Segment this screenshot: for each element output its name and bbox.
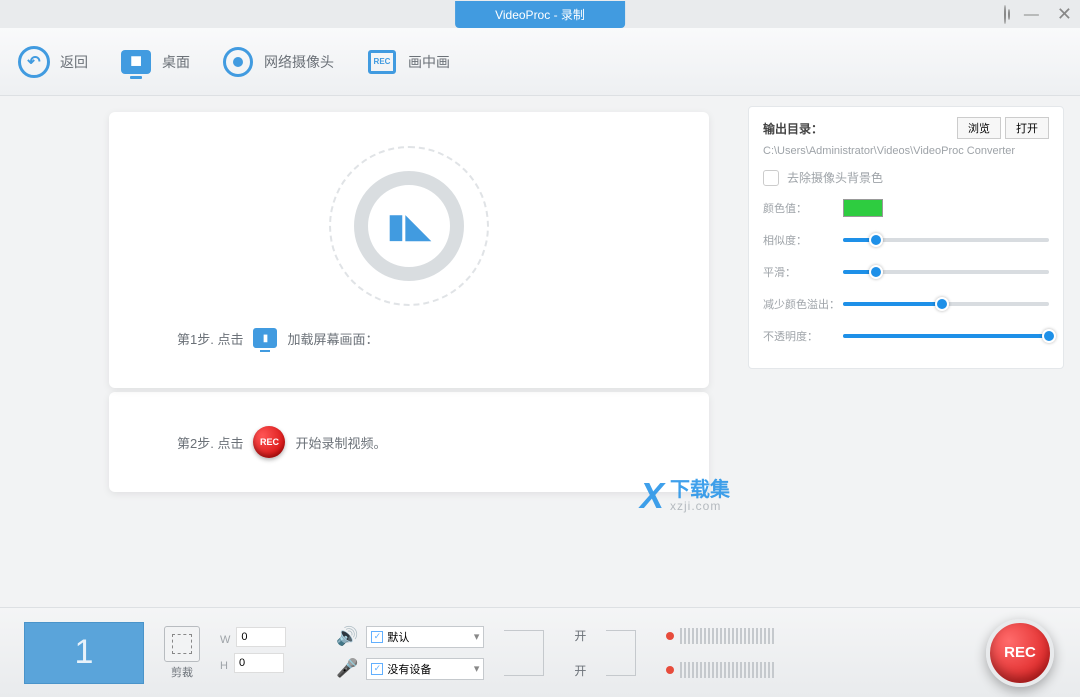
output-dir-label: 输出目录： (763, 120, 953, 137)
remove-bg-checkbox[interactable] (763, 170, 779, 186)
step1-suffix: 加载屏幕画面： (287, 329, 378, 348)
window-title: VideoProc - 录制 (455, 1, 625, 28)
pip-icon: REC (368, 50, 396, 74)
dimensions: W H (220, 627, 286, 679)
meter-bracket (606, 630, 656, 676)
webcam-icon (223, 47, 253, 77)
speaker-select[interactable]: ✓默认▾ (366, 626, 484, 648)
back-label: 返回 (60, 52, 88, 72)
opacity-label: 不透明度： (763, 328, 843, 344)
back-arrow-icon: ↶ (18, 46, 50, 78)
rec-button-small[interactable]: REC (253, 426, 285, 458)
step2-prefix: 第2步. 点击 (177, 433, 243, 452)
browse-button[interactable]: 浏览 (957, 117, 1001, 139)
step1-card: ▮◣ 第1步. 点击 ▮ 加载屏幕画面： (109, 112, 709, 388)
spill-slider[interactable] (843, 302, 1049, 306)
webcam-label: 网络摄像头 (264, 52, 334, 72)
output-path: C:\Users\Administrator\Videos\VideoProc … (763, 145, 1049, 157)
smooth-label: 平滑： (763, 264, 843, 280)
audio-bracket (504, 630, 594, 676)
mini-desktop-icon[interactable]: ▮ (253, 328, 277, 348)
preview-panel: ▮◣ 第1步. 点击 ▮ 加载屏幕画面： 第2步. 点击 REC 开始录制视频。 (0, 96, 748, 596)
source-thumbnail[interactable]: 1 (24, 622, 144, 684)
height-input[interactable] (234, 653, 284, 673)
titlebar: VideoProc - 录制 — ✕ (0, 0, 1080, 28)
close-icon[interactable]: ✕ (1057, 4, 1072, 25)
similarity-label: 相似度： (763, 232, 843, 248)
smooth-slider[interactable] (843, 270, 1049, 274)
tab-pip[interactable]: REC 画中画 (366, 46, 450, 78)
crop-label: 剪裁 (171, 664, 193, 680)
remove-bg-label: 去除摄像头背景色 (787, 169, 883, 186)
preview-placeholder: ▮◣ (329, 146, 489, 306)
step2-card: 第2步. 点击 REC 开始录制视频。 (109, 392, 709, 492)
step1-prefix: 第1步. 点击 (177, 329, 243, 348)
open-button[interactable]: 打开 (1005, 117, 1049, 139)
crop-button[interactable] (164, 626, 200, 662)
color-value-label: 颜色值： (763, 200, 843, 216)
desktop-label: 桌面 (162, 52, 190, 72)
mic-icon: 🎤 (336, 658, 358, 679)
width-input[interactable] (236, 627, 286, 647)
settings-panel: 输出目录： 浏览 打开 C:\Users\Administrator\Video… (748, 106, 1064, 369)
speaker-icon: 🔊 (336, 626, 358, 647)
bottom-bar: 1 剪裁 W H 🔊 ✓默认▾ 🎤 ✓没有设备▾ 开 开 REC (0, 607, 1080, 697)
similarity-slider[interactable] (843, 238, 1049, 242)
speaker-level-meter (666, 628, 774, 644)
record-button[interactable]: REC (986, 619, 1054, 687)
tab-webcam[interactable]: 网络摄像头 (222, 46, 334, 78)
minimize-icon[interactable]: — (1024, 6, 1039, 23)
back-button[interactable]: ↶ 返回 (18, 46, 88, 78)
tab-desktop[interactable]: ■ 桌面 (120, 46, 190, 78)
camera-icon: ▮◣ (387, 206, 432, 246)
desktop-icon: ■ (121, 50, 151, 74)
mic-select[interactable]: ✓没有设备▾ (366, 658, 484, 680)
toolbar: ↶ 返回 ■ 桌面 网络摄像头 REC 画中画 (0, 28, 1080, 96)
step2-suffix: 开始录制视频。 (295, 433, 386, 452)
pip-label: 画中画 (408, 52, 450, 72)
mic-level-meter (666, 662, 774, 678)
opacity-slider[interactable] (843, 334, 1049, 338)
settings-icon[interactable] (1004, 6, 1006, 23)
spill-label: 减少颜色溢出： (763, 296, 843, 312)
color-swatch[interactable] (843, 199, 883, 217)
